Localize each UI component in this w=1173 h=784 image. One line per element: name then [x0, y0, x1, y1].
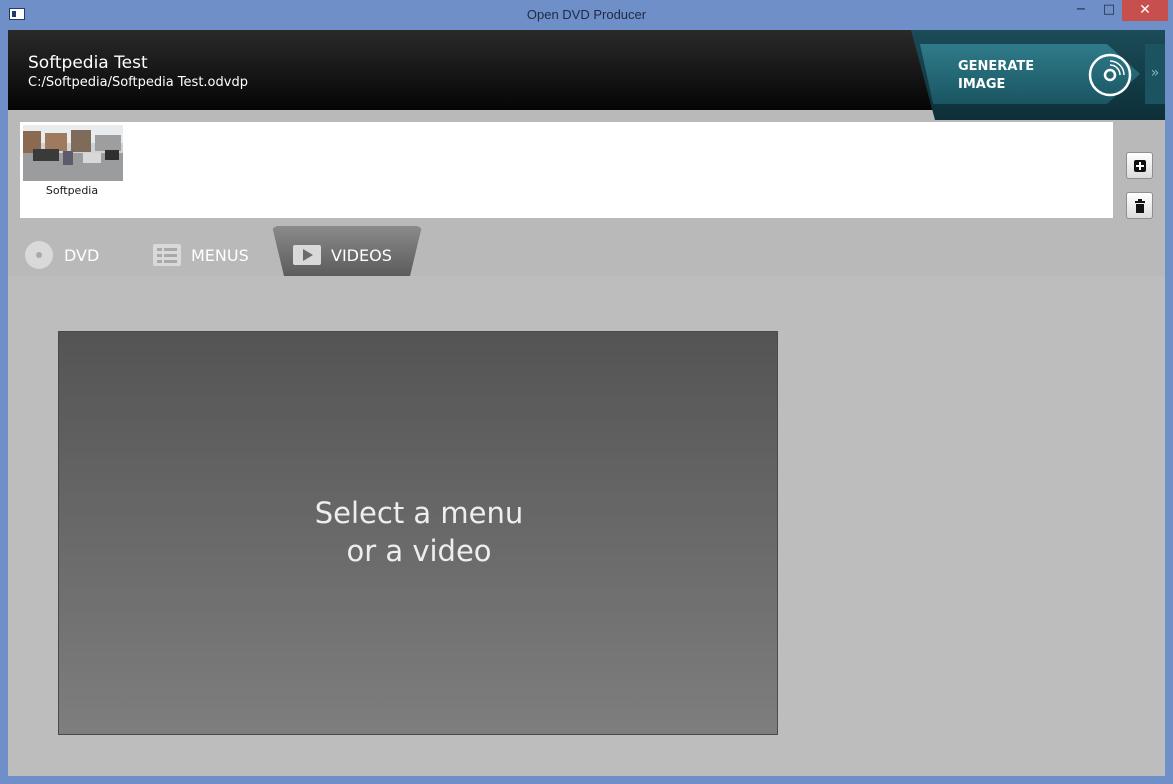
preview-panel[interactable]: Select a menu or a video: [58, 331, 778, 735]
preview-message-line1: Select a menu: [314, 496, 524, 530]
tab-videos-label: VIDEOS: [331, 245, 392, 265]
disc-icon: [25, 241, 53, 269]
maximize-button[interactable]: □: [1095, 0, 1123, 21]
project-path: C:/Softpedia/Softpedia Test.odvdp: [28, 75, 248, 90]
minimize-button[interactable]: −: [1067, 0, 1095, 21]
add-icon: [1134, 160, 1146, 172]
project-name: Softpedia Test: [28, 53, 148, 73]
add-asset-button[interactable]: [1126, 152, 1153, 179]
tab-dvd-label: DVD: [64, 245, 100, 265]
generate-label-line1: GENERATE: [958, 59, 1035, 74]
workspace: Select a menu or a video: [8, 276, 1165, 776]
window-title: Open DVD Producer: [526, 7, 647, 22]
assets-strip: Softpedia: [20, 122, 1113, 218]
asset-label: Softpedia: [45, 184, 99, 197]
generate-image-label: GENERATE IMAGE: [958, 58, 1068, 94]
close-button[interactable]: ✕: [1122, 0, 1168, 21]
video-thumbnail: [23, 125, 123, 181]
trash-icon: [1135, 199, 1145, 213]
tab-menus[interactable]: MENUS: [153, 240, 249, 270]
preview-message: Select a menu or a video: [59, 494, 779, 570]
client-area: Softpedia Test C:/Softpedia/Softpedia Te…: [8, 30, 1165, 776]
app-window: Open DVD Producer − □ ✕ Softpedia Test C…: [0, 0, 1173, 784]
play-icon: [293, 245, 321, 265]
tab-dvd[interactable]: DVD: [24, 240, 99, 270]
preview-message-line2: or a video: [346, 534, 492, 568]
tab-menus-label: MENUS: [191, 245, 249, 265]
title-bar[interactable]: Open DVD Producer − □ ✕: [0, 0, 1173, 30]
asset-item[interactable]: Softpedia: [20, 122, 124, 202]
tab-videos[interactable]: VIDEOS: [293, 240, 392, 270]
list-icon: [153, 244, 181, 266]
expand-panel-button[interactable]: »: [1145, 44, 1165, 104]
disc-icon: [1088, 53, 1132, 97]
generate-label-line2: IMAGE: [958, 77, 1006, 92]
delete-asset-button[interactable]: [1126, 192, 1153, 219]
